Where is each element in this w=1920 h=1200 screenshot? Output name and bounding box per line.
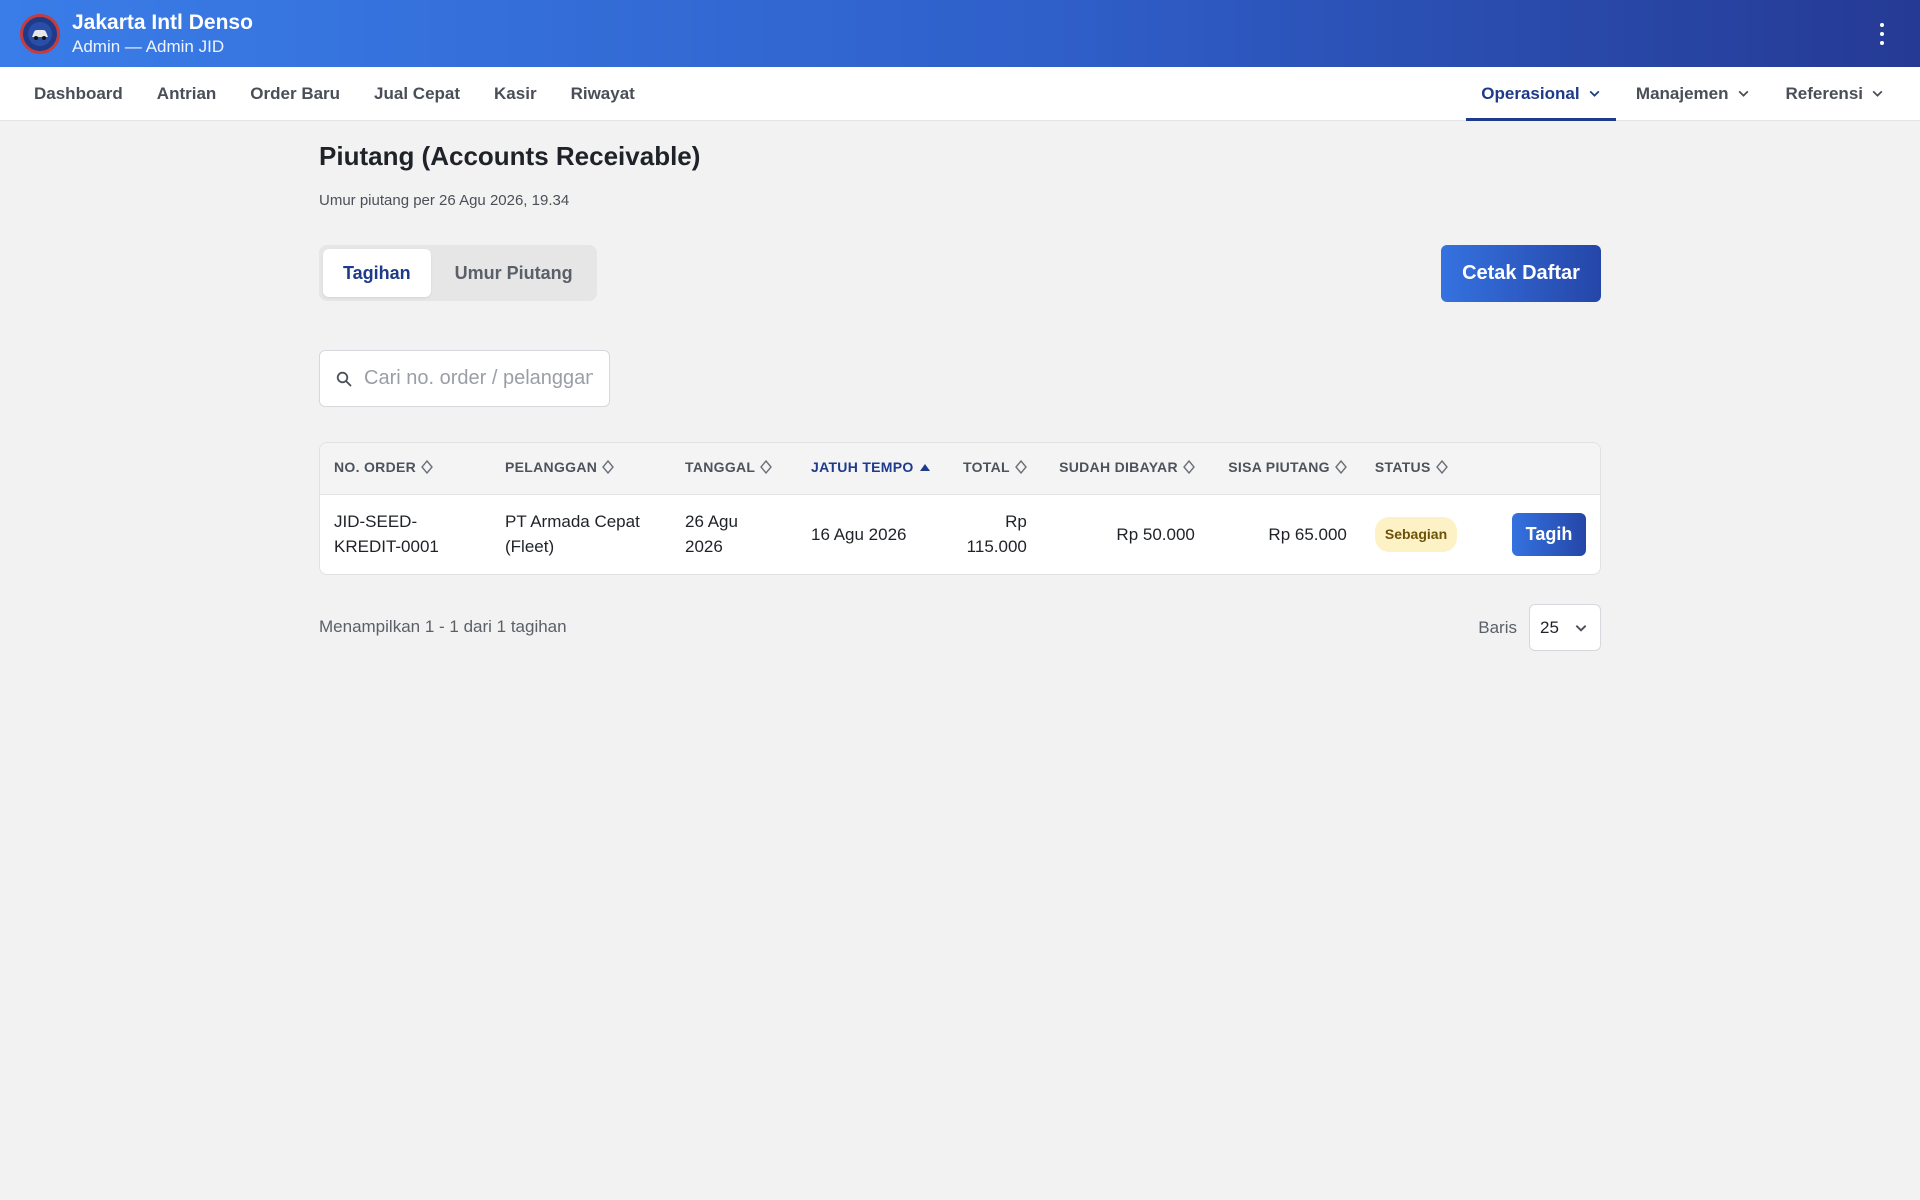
main-nav: Dashboard Antrian Order Baru Jual Cepat …	[0, 67, 1920, 121]
rows-per-page-select[interactable]: 25	[1529, 604, 1601, 651]
cell-order-no: JID-SEED- KREDIT-0001	[320, 494, 491, 574]
brand-name: Jakarta Intl Denso	[72, 10, 253, 34]
sort-icon	[421, 460, 433, 477]
search-input[interactable]	[364, 367, 593, 390]
chevron-down-icon	[1738, 90, 1748, 97]
nav-kasir[interactable]: Kasir	[477, 67, 554, 120]
total-line1: Rp	[1005, 512, 1027, 532]
cell-date: 26 Agu 2026	[671, 494, 797, 574]
date-line1: 26 Agu	[685, 512, 738, 532]
col-actions	[1473, 443, 1600, 494]
page-subtitle: Umur piutang per 26 Agu 2026, 19.34	[319, 192, 570, 209]
col-total-label: TOTAL	[963, 459, 1010, 476]
pagination-info: Menampilkan 1 - 1 dari 1 tagihan	[319, 617, 567, 636]
app-header: Jakarta Intl Denso Admin — Admin JID	[0, 0, 1920, 67]
more-menu-icon[interactable]	[1872, 20, 1892, 48]
cell-action: Tagih	[1473, 494, 1600, 574]
col-no-order-label: NO. ORDER	[334, 459, 417, 476]
nav-manajemen-label: Manajemen	[1635, 83, 1729, 103]
col-status[interactable]: STATUS	[1361, 443, 1473, 494]
cell-due-date: 16 Agu 2026	[811, 524, 907, 544]
col-sudah-dibayar-label: SUDAH DIBAYAR	[1059, 459, 1178, 476]
print-list-button[interactable]: Cetak Daftar	[1441, 245, 1601, 302]
col-total[interactable]: TOTAL	[949, 443, 1041, 494]
page-title: Piutang (Accounts Receivable)	[319, 141, 701, 171]
tagih-button[interactable]: Tagih	[1512, 512, 1586, 556]
col-jatuh-tempo-label: JATUH TEMPO	[811, 459, 914, 476]
nav-jual-cepat[interactable]: Jual Cepat	[357, 67, 477, 120]
tab-tagihan[interactable]: Tagihan	[323, 249, 431, 297]
nav-riwayat[interactable]: Riwayat	[554, 67, 652, 120]
date-line2: 2026	[685, 537, 723, 557]
nav-operasional-label: Operasional	[1481, 83, 1580, 103]
nav-operasional-dropdown[interactable]: Operasional	[1465, 67, 1616, 121]
company-logo	[20, 13, 60, 54]
cell-remaining: Rp 65.000	[1268, 524, 1347, 544]
table-header-row: NO. ORDER PELANGGAN TANGGAL JATUH TEMPO …	[320, 443, 1600, 494]
receivables-table: NO. ORDER PELANGGAN TANGGAL JATUH TEMPO …	[319, 442, 1601, 575]
col-tanggal-label: TANGGAL	[685, 459, 756, 476]
col-sisa-piutang-label: SISA PIUTANG	[1228, 459, 1330, 476]
search-icon	[336, 371, 352, 386]
sort-icon	[1014, 460, 1027, 477]
sort-icon	[602, 460, 615, 477]
customer-line2: (Fleet)	[505, 537, 555, 557]
chevron-down-icon	[1872, 90, 1883, 97]
cell-total: Rp 115.000	[949, 494, 1041, 574]
car-logo-icon	[28, 21, 52, 46]
order-no-line2: KREDIT-0001	[334, 537, 439, 557]
col-status-label: STATUS	[1374, 459, 1431, 476]
sort-icon	[760, 460, 773, 477]
brand: Jakarta Intl Denso Admin — Admin JID	[72, 10, 253, 58]
customer-line1: PT Armada Cepat	[505, 512, 640, 532]
table-row: JID-SEED- KREDIT-0001 PT Armada Cepat (Fle…	[320, 494, 1600, 574]
status-badge: Sebagian	[1374, 516, 1458, 552]
col-sudah-dibayar[interactable]: SUDAH DIBAYAR	[1041, 443, 1209, 494]
sort-ascending-icon	[919, 461, 931, 477]
nav-referensi-dropdown[interactable]: Referensi	[1770, 67, 1920, 120]
nav-order-baru[interactable]: Order Baru	[233, 67, 357, 120]
nav-dashboard[interactable]: Dashboard	[17, 67, 140, 120]
cell-paid: Rp 50.000	[1116, 524, 1195, 544]
nav-manajemen-dropdown[interactable]: Manajemen	[1616, 67, 1770, 120]
col-jatuh-tempo[interactable]: JATUH TEMPO	[797, 443, 949, 494]
chevron-down-icon	[1589, 90, 1599, 97]
cell-customer: PT Armada Cepat (Fleet)	[491, 494, 671, 574]
col-tanggal[interactable]: TANGGAL	[671, 443, 797, 494]
sort-icon	[1334, 460, 1347, 477]
view-tabs: Tagihan Umur Piutang	[319, 245, 597, 301]
chevron-down-icon	[1575, 624, 1587, 632]
user-role: Admin — Admin JID	[72, 36, 225, 56]
cell-status: Sebagian	[1361, 494, 1473, 574]
sort-icon	[1435, 460, 1448, 477]
search-box	[319, 350, 610, 407]
rows-per-page-value: 25	[1540, 617, 1559, 637]
total-line2: 115.000	[966, 537, 1027, 557]
nav-referensi-label: Referensi	[1785, 83, 1863, 103]
col-no-order[interactable]: NO. ORDER	[320, 443, 491, 494]
col-sisa-piutang[interactable]: SISA PIUTANG	[1209, 443, 1361, 494]
nav-antrian[interactable]: Antrian	[140, 67, 234, 120]
col-pelanggan[interactable]: PELANGGAN	[491, 443, 671, 494]
rows-per-page: Baris 25	[1478, 604, 1601, 651]
tab-umur-piutang[interactable]: Umur Piutang	[435, 249, 593, 297]
col-pelanggan-label: PELANGGAN	[505, 459, 598, 476]
rows-per-page-label: Baris	[1478, 617, 1517, 637]
order-no-line1: JID-SEED-	[334, 512, 418, 532]
sort-icon	[1182, 460, 1195, 477]
